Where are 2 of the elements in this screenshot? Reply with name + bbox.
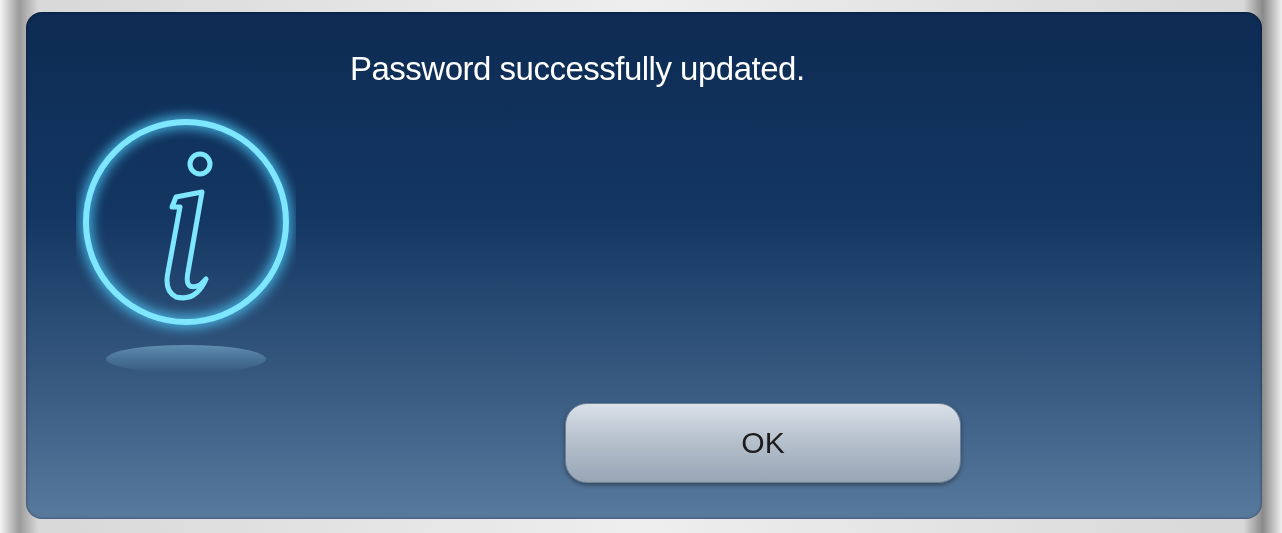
ok-button[interactable]: OK <box>565 403 961 483</box>
message-text: Password successfully updated. <box>350 50 806 88</box>
